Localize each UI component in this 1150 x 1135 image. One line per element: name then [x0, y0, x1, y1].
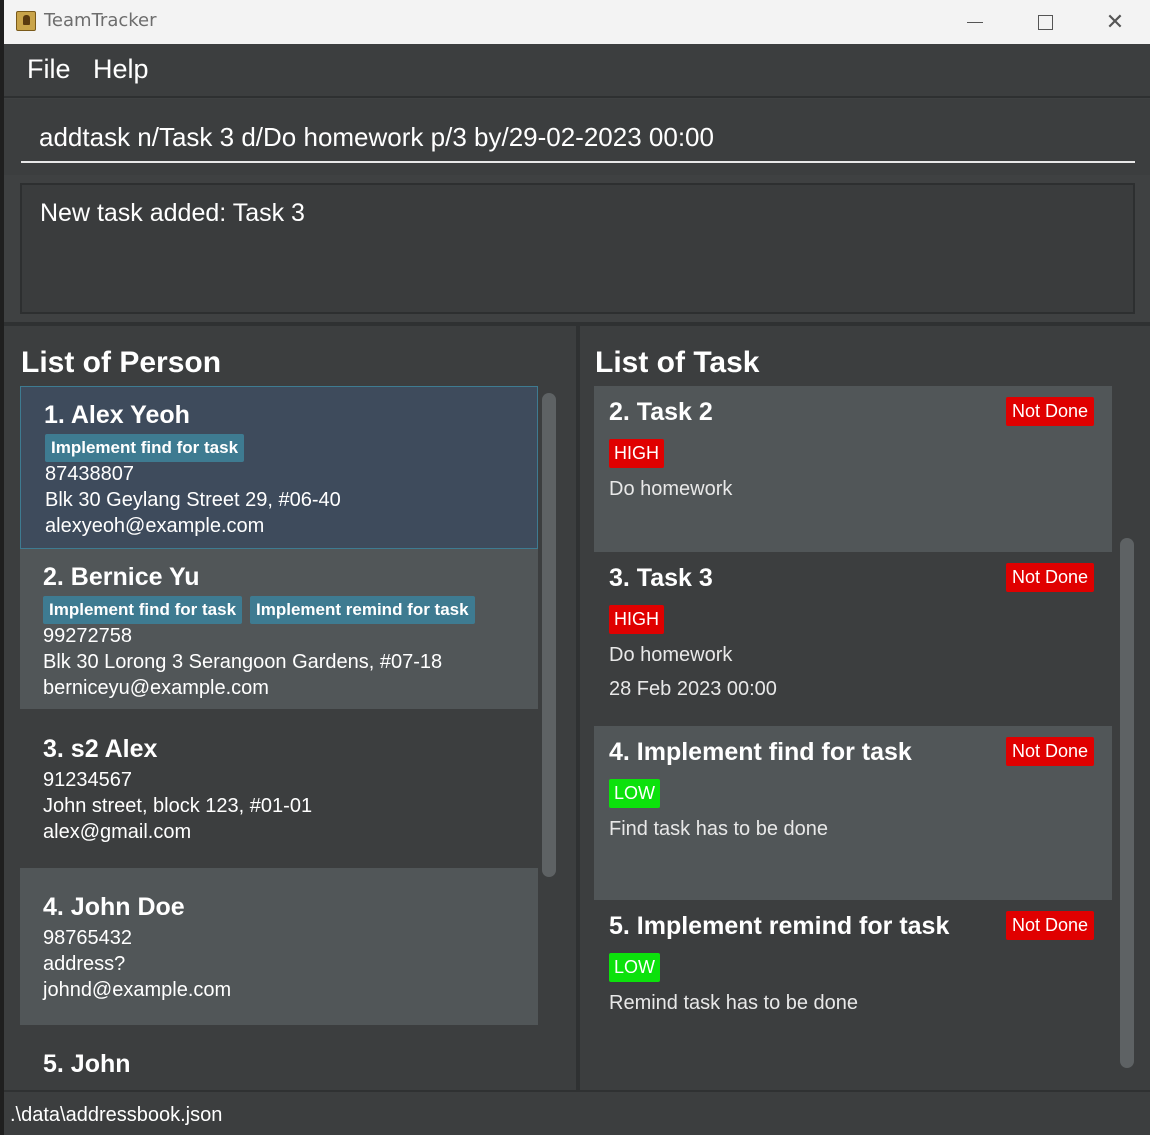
person-name: 2. Bernice Yu: [43, 563, 200, 591]
storage-path: .\data\addressbook.json: [10, 1104, 223, 1126]
task-card[interactable]: 2. Task 2 Not Done HIGH Do homework: [594, 386, 1112, 552]
task-description: Do homework: [609, 478, 733, 500]
app-icon: [16, 11, 36, 31]
task-name: 2. Task 2: [609, 398, 713, 426]
priority-badge: LOW: [609, 779, 661, 808]
status-badge: Not Done: [1006, 563, 1095, 592]
menu-file[interactable]: File: [27, 54, 71, 85]
person-name: 4. John Doe: [43, 893, 185, 921]
task-deadline: 28 Feb 2023 00:00: [609, 678, 777, 700]
person-name: 1. Alex Yeoh: [44, 401, 190, 429]
person-card[interactable]: 2. Bernice Yu Implement find for task Im…: [20, 549, 538, 709]
tag-list: Implement find for task: [45, 434, 245, 462]
person-name: 3. s2 Alex: [43, 735, 158, 763]
close-button[interactable]: ✕: [1080, 0, 1150, 44]
close-icon: ✕: [1105, 9, 1125, 35]
task-panel-title: List of Task: [595, 346, 760, 379]
person-card[interactable]: 3. s2 Alex 91234567 John street, block 1…: [20, 709, 538, 869]
task-card[interactable]: 3. Task 3 Not Done HIGH Do homework 28 F…: [594, 552, 1112, 726]
person-list[interactable]: 1. Alex Yeoh Implement find for task 874…: [20, 386, 538, 1074]
task-name: 5. Implement remind for task: [609, 912, 950, 940]
person-email: johnd@example.com: [43, 979, 232, 1001]
person-address: Blk 30 Lorong 3 Serangoon Gardens, #07-1…: [43, 651, 443, 673]
app-window: TeamTracker ✕ File Help New task added: …: [4, 0, 1150, 1135]
minimize-button[interactable]: [940, 0, 1010, 44]
person-name: 5. John: [43, 1050, 131, 1074]
task-card[interactable]: 5. Implement remind for task Not Done LO…: [594, 900, 1112, 1074]
task-description: Remind task has to be done: [609, 992, 859, 1014]
person-email: alexyeoh@example.com: [45, 515, 265, 537]
task-card[interactable]: 4. Implement find for task Not Done LOW …: [594, 726, 1112, 900]
priority-badge: HIGH: [609, 439, 664, 468]
priority-badge: HIGH: [609, 605, 664, 634]
tag: Implement find for task: [43, 596, 243, 624]
person-phone: 99272758: [43, 625, 132, 647]
task-description: Find task has to be done: [609, 818, 829, 840]
tag: Implement remind for task: [250, 596, 475, 624]
person-list-scrollbar[interactable]: [542, 393, 556, 877]
task-panel: List of Task 2. Task 2 Not Done HIGH Do …: [580, 326, 1150, 1090]
task-list-scrollbar[interactable]: [1120, 538, 1134, 1068]
person-card[interactable]: 1. Alex Yeoh Implement find for task 874…: [20, 386, 538, 549]
task-name: 3. Task 3: [609, 564, 713, 592]
person-panel-title: List of Person: [21, 346, 222, 379]
task-name: 4. Implement find for task: [609, 738, 912, 766]
person-email: alex@gmail.com: [43, 821, 192, 843]
status-badge: Not Done: [1006, 911, 1095, 940]
person-card[interactable]: 5. John: [20, 1025, 538, 1074]
maximize-button[interactable]: [1010, 0, 1080, 44]
title-bar: TeamTracker ✕: [4, 0, 1150, 44]
minimize-icon: [967, 21, 983, 23]
person-phone: 91234567: [43, 769, 132, 791]
status-badge: Not Done: [1006, 397, 1095, 426]
status-badge: Not Done: [1006, 737, 1095, 766]
person-address: Blk 30 Geylang Street 29, #06-40: [45, 489, 341, 511]
maximize-icon: [1037, 14, 1053, 30]
person-panel: List of Person 1. Alex Yeoh Implement fi…: [4, 326, 576, 1090]
person-phone: 98765432: [43, 927, 132, 949]
result-text: New task added: Task 3: [40, 199, 305, 227]
person-email: berniceyu@example.com: [43, 677, 269, 699]
result-display: New task added: Task 3: [20, 183, 1135, 314]
command-box: [4, 99, 1150, 175]
menu-help[interactable]: Help: [93, 54, 149, 85]
tag: Implement find for task: [45, 434, 245, 462]
status-bar: .\data\addressbook.json: [4, 1090, 1150, 1135]
priority-badge: LOW: [609, 953, 661, 982]
person-address: John street, block 123, #01-01: [43, 795, 313, 817]
person-card[interactable]: 4. John Doe 98765432 address? johnd@exam…: [20, 868, 538, 1025]
menu-bar: File Help: [4, 44, 1150, 98]
person-phone: 87438807: [45, 463, 134, 485]
tag-list: Implement find for task Implement remind…: [43, 596, 475, 624]
person-address: address?: [43, 953, 126, 975]
task-description: Do homework: [609, 644, 733, 666]
task-list[interactable]: 2. Task 2 Not Done HIGH Do homework 3. T…: [594, 386, 1112, 1074]
window-title: TeamTracker: [44, 10, 157, 31]
command-input[interactable]: [21, 113, 1135, 163]
